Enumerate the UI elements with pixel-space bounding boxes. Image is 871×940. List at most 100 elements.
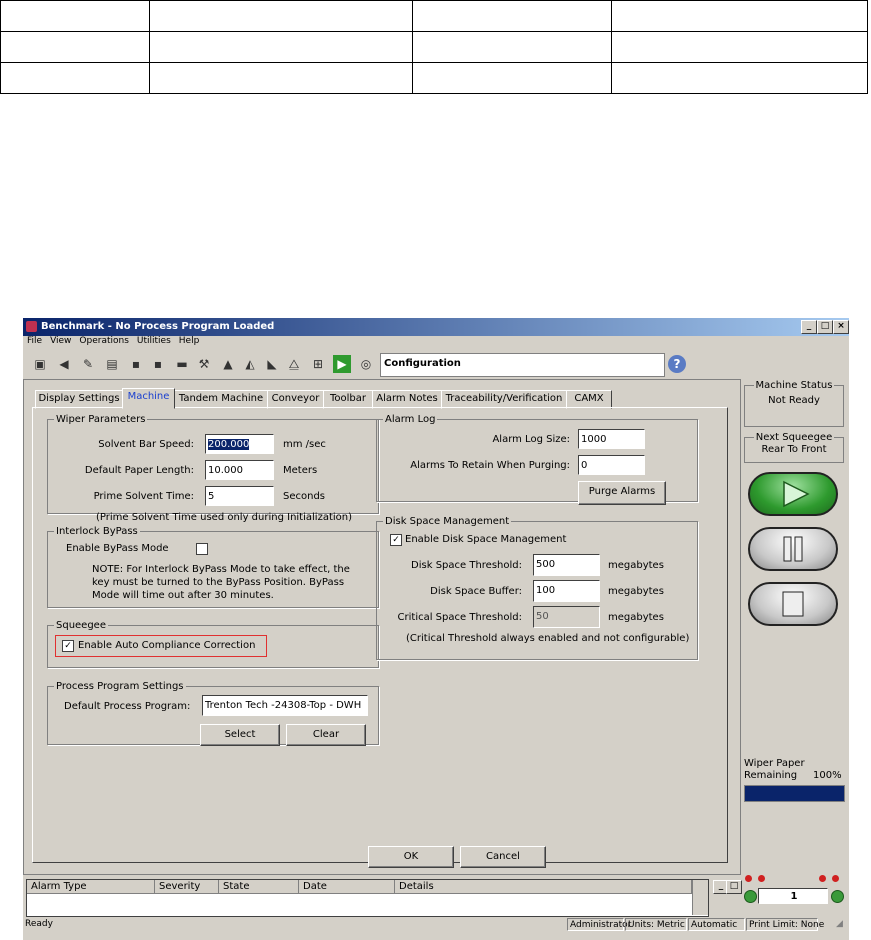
table-row (0, 62, 868, 94)
interlock-group: Interlock ByPass Enable ByPass Mode NOTE… (47, 526, 379, 608)
monitor-icon[interactable]: ▣ (31, 355, 49, 373)
squeegee-group: Squeegee ✓ Enable Auto Compliance Correc… (47, 620, 379, 668)
menu-help[interactable]: Help (179, 336, 200, 346)
resize-grip-icon[interactable]: ◢ (836, 919, 843, 929)
bypass-label: Enable ByPass Mode (66, 543, 169, 554)
purge-alarms-button[interactable]: Purge Alarms (578, 481, 666, 505)
critical-threshold-input: 50 (533, 606, 600, 628)
led-indicator (758, 875, 765, 882)
prime-note: (Prime Solvent Time used only during Ini… (96, 512, 353, 523)
tool-icon[interactable]: ⚒ (195, 355, 213, 373)
disk-space-checkbox[interactable]: ✓ (390, 534, 402, 546)
critical-note: (Critical Threshold always enabled and n… (406, 633, 690, 644)
title-bar: Benchmark - No Process Program Loaded _ … (23, 318, 849, 336)
alarm-log-size-label: Alarm Log Size: (492, 434, 570, 445)
process-legend: Process Program Settings (56, 681, 184, 692)
disk-threshold-label: Disk Space Threshold: (411, 560, 522, 571)
disk-buffer-label: Disk Space Buffer: (430, 586, 522, 597)
save-as-icon[interactable]: ▪ (149, 355, 167, 373)
prime-time-input[interactable]: 5 (205, 486, 274, 506)
align-icon[interactable]: ⧋ (285, 355, 303, 373)
default-program-input[interactable]: Trenton Tech -24308-Top - DWH (202, 695, 368, 716)
column-date[interactable]: Date (299, 880, 395, 894)
exit-icon[interactable]: ▶ (333, 355, 351, 373)
paper-unit: Meters (283, 465, 318, 476)
column-alarm-type[interactable]: Alarm Type (27, 880, 155, 894)
process-program-group: Process Program Settings Default Process… (47, 681, 379, 746)
select-button[interactable]: Select (200, 724, 280, 746)
maximize-icon[interactable]: □ (726, 880, 742, 894)
close-icon[interactable]: × (833, 320, 849, 334)
stop-button[interactable] (748, 582, 838, 626)
main-pane: Display Settings Machine Tandem Machine … (23, 379, 741, 875)
menu-operations[interactable]: Operations (79, 336, 128, 346)
solvent-speed-input[interactable]: 200.000 (205, 434, 274, 454)
config-title: Configuration (384, 358, 461, 369)
disk-space-enable-label: Enable Disk Space Management (405, 534, 567, 545)
edit-icon[interactable]: ✎ (79, 355, 97, 373)
wiper-progress-track (744, 785, 845, 802)
cancel-button[interactable]: Cancel (460, 846, 546, 868)
paper-length-input[interactable]: 10.000 (205, 460, 274, 480)
pause-icon (783, 536, 803, 562)
disk-buffer-input[interactable]: 100 (533, 580, 600, 602)
wiper-progress-fill (745, 786, 844, 801)
wiper-paper-label: Wiper Paper (744, 758, 805, 769)
disk-threshold-input[interactable]: 500 (533, 554, 600, 576)
next-squeegee-value: Rear To Front (761, 444, 827, 455)
stop-icon (782, 591, 804, 617)
help-icon[interactable]: ? (668, 355, 686, 373)
board-icon[interactable]: ⊞ (309, 355, 327, 373)
machine-status-title: Machine Status (753, 380, 835, 391)
alarm-grid[interactable]: Alarm Type Severity State Date Details (26, 879, 709, 917)
alarms-retain-input[interactable]: 0 (578, 455, 645, 475)
notes-icon[interactable]: ▤ (103, 355, 121, 373)
scrollbar[interactable] (692, 880, 708, 915)
auto-compliance-checkbox[interactable]: ✓ (62, 640, 74, 652)
run-button[interactable] (748, 472, 838, 516)
prime-unit: Seconds (283, 491, 326, 502)
column-details[interactable]: Details (395, 880, 692, 894)
table-row (0, 31, 868, 63)
wiper-parameters-group: Wiper Parameters Solvent Bar Speed: 200.… (47, 414, 379, 523)
alarm-log-size-input[interactable]: 1000 (578, 429, 645, 449)
stencil-icon[interactable]: ▲ (219, 355, 237, 373)
paper-label: Default Paper Length: (84, 465, 194, 476)
menu-utilities[interactable]: Utilities (137, 336, 171, 346)
status-user: Administrator (567, 918, 631, 931)
menu-file[interactable]: File (27, 336, 42, 346)
machine-tab-panel: Wiper Parameters Solvent Bar Speed: 200.… (32, 407, 728, 863)
ok-button[interactable]: OK (368, 846, 454, 868)
bypass-checkbox[interactable] (196, 543, 208, 555)
tab-machine[interactable]: Machine (122, 388, 175, 409)
interlock-legend: Interlock ByPass (56, 526, 138, 537)
maximize-icon[interactable]: □ (817, 320, 833, 334)
disk-legend: Disk Space Management (385, 516, 510, 527)
menu-view[interactable]: View (50, 336, 71, 346)
lightbulb-icon[interactable]: ◎ (357, 355, 375, 373)
window-title: Benchmark - No Process Program Loaded (41, 321, 275, 332)
status-print-limit: Print Limit: None (746, 918, 824, 931)
print-icon[interactable]: ▬ (173, 355, 191, 373)
back-icon[interactable]: ◀ (55, 355, 73, 373)
camera-icon[interactable]: ◭ (241, 355, 259, 373)
wiper-legend: Wiper Parameters (56, 414, 146, 425)
disk-space-group: Disk Space Management ✓ Enable Disk Spac… (376, 516, 698, 660)
column-state[interactable]: State (219, 880, 299, 894)
counter-field[interactable]: 1 (758, 888, 828, 904)
status-units: Units: Metric (625, 918, 687, 931)
clear-button[interactable]: Clear (286, 724, 366, 746)
height-icon[interactable]: ◣ (263, 355, 281, 373)
config-title-box: Configuration (380, 353, 665, 377)
status-mode: Automatic (688, 918, 745, 931)
led-indicator (819, 875, 826, 882)
status-ready: Ready (25, 919, 53, 929)
machine-status-value: Not Ready (768, 395, 820, 406)
save-icon[interactable]: ▪ (127, 355, 145, 373)
pause-button[interactable] (748, 527, 838, 571)
minimize-icon[interactable]: _ (801, 320, 817, 334)
disk-buffer-unit: megabytes (608, 586, 664, 597)
solvent-label: Solvent Bar Speed: (98, 439, 194, 450)
column-severity[interactable]: Severity (155, 880, 219, 894)
led-indicator (832, 875, 839, 882)
